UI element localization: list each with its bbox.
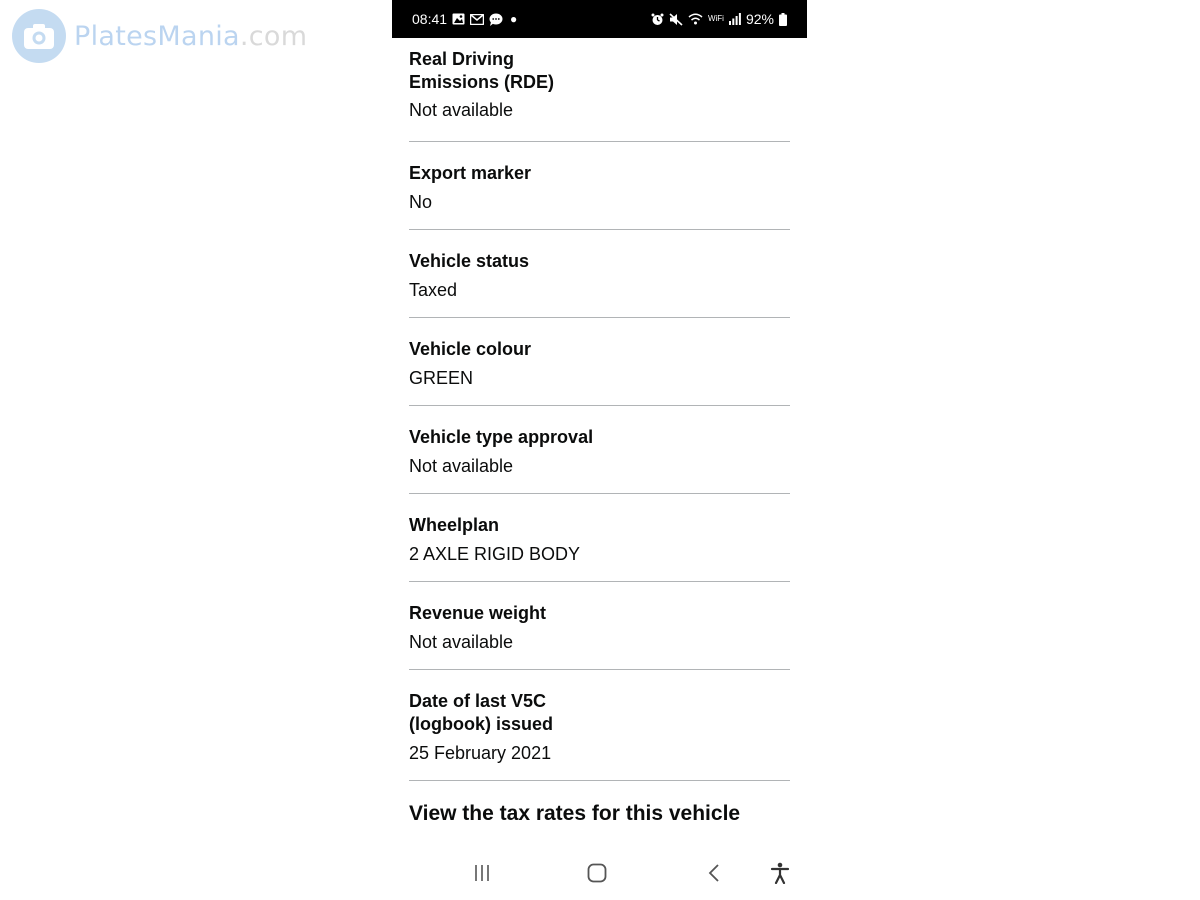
home-icon[interactable] bbox=[583, 860, 611, 886]
battery-icon bbox=[779, 12, 787, 26]
watermark-text: PlatesMania.com bbox=[74, 20, 308, 52]
detail-value: Not available bbox=[409, 456, 514, 476]
alarm-icon bbox=[651, 13, 664, 26]
phone-screen: 08:41 ● WiFi 92% Real Driving Emissions … bbox=[392, 0, 807, 900]
detail-label: Wheelplan bbox=[409, 515, 500, 535]
detail-row-vehicle-status: Vehicle status Taxed bbox=[409, 230, 790, 318]
detail-row-vehicle-colour: Vehicle colour GREEN bbox=[409, 318, 790, 406]
detail-value: 25 February 2021 bbox=[409, 743, 552, 763]
detail-value: Not available bbox=[409, 632, 514, 652]
detail-label: Date of last V5C (logbook) issued bbox=[409, 691, 553, 734]
accessibility-icon[interactable] bbox=[766, 860, 794, 886]
detail-label: Export marker bbox=[409, 163, 532, 183]
detail-value: No bbox=[409, 192, 433, 212]
view-tax-rates-link[interactable]: View the tax rates for this vehicle bbox=[409, 802, 790, 826]
mute-icon bbox=[669, 12, 683, 26]
notification-dot-icon: ● bbox=[510, 12, 518, 26]
platesmania-watermark: PlatesMania.com bbox=[12, 9, 307, 63]
detail-label: Vehicle colour bbox=[409, 339, 532, 359]
wifi-calling-icon bbox=[688, 13, 703, 25]
detail-row-v5c-date: Date of last V5C (logbook) issued 25 Feb… bbox=[409, 670, 790, 781]
detail-row-rde: Real Driving Emissions (RDE) Not availab… bbox=[409, 38, 790, 142]
detail-label: Vehicle status bbox=[409, 251, 530, 271]
gallery-icon bbox=[452, 13, 465, 25]
battery-percentage: 92% bbox=[745, 11, 774, 27]
detail-value: Not available bbox=[409, 100, 514, 120]
status-bar: 08:41 ● WiFi 92% bbox=[392, 0, 807, 38]
messages-icon bbox=[489, 13, 503, 26]
detail-label: Revenue weight bbox=[409, 603, 547, 623]
vehicle-details-list: Real Driving Emissions (RDE) Not availab… bbox=[409, 38, 790, 826]
signal-icon bbox=[728, 13, 741, 25]
detail-row-wheelplan: Wheelplan 2 AXLE RIGID BODY bbox=[409, 494, 790, 582]
detail-value: 2 AXLE RIGID BODY bbox=[409, 544, 581, 564]
android-nav-bar bbox=[392, 850, 807, 896]
gmail-icon bbox=[470, 13, 485, 25]
detail-row-revenue-weight: Revenue weight Not available bbox=[409, 582, 790, 670]
detail-value: Taxed bbox=[409, 280, 458, 300]
recent-apps-icon[interactable] bbox=[468, 860, 496, 886]
back-icon[interactable] bbox=[700, 860, 728, 886]
status-time: 08:41 bbox=[412, 11, 448, 27]
detail-row-type-approval: Vehicle type approval Not available bbox=[409, 406, 790, 494]
camera-icon bbox=[12, 9, 66, 63]
detail-value: GREEN bbox=[409, 368, 474, 388]
detail-label: Real Driving Emissions (RDE) bbox=[409, 49, 555, 92]
detail-label: Vehicle type approval bbox=[409, 427, 594, 447]
detail-row-export-marker: Export marker No bbox=[409, 142, 790, 230]
wifi-label: WiFi bbox=[707, 14, 724, 23]
